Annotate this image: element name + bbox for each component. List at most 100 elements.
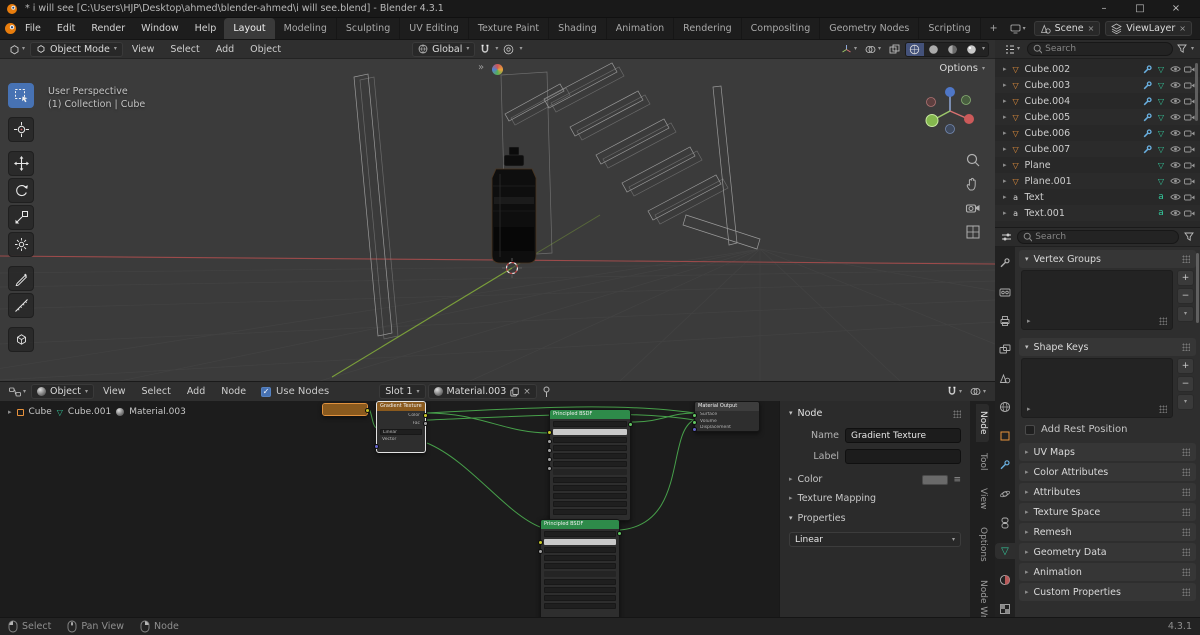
list-filter-expand-icon[interactable]: [1027, 406, 1031, 413]
object-name[interactable]: Cube.005: [1025, 112, 1071, 123]
collapse-icon[interactable]: [789, 410, 793, 417]
properties-editor-type-button[interactable]: [1001, 232, 1012, 242]
menu-render[interactable]: Render: [83, 18, 133, 39]
shading-material-button[interactable]: [944, 43, 962, 56]
node-row[interactable]: [553, 501, 627, 507]
outliner-row[interactable]: ▽ Cube.004 ▽: [995, 93, 1200, 109]
menu-object[interactable]: Object: [243, 44, 288, 55]
expand-icon[interactable]: [1003, 178, 1007, 185]
hide-icon[interactable]: [1169, 81, 1181, 89]
workspace-tab-animation[interactable]: Animation: [607, 18, 675, 39]
camera-visibility-icon[interactable]: [1183, 209, 1195, 217]
editor-type-button[interactable]: [6, 42, 28, 57]
color-panel-label[interactable]: Color: [798, 474, 823, 485]
expand-icon[interactable]: [1003, 130, 1007, 137]
show-gizmo-button[interactable]: [838, 42, 860, 57]
hide-icon[interactable]: [1169, 129, 1181, 137]
sidebar-tab-tool[interactable]: Tool: [976, 446, 989, 477]
properties-tab-render[interactable]: [995, 284, 1015, 300]
node-principled-bsdf-2[interactable]: Principled BSDF: [538, 519, 622, 617]
object-name[interactable]: Cube.007: [1025, 144, 1071, 155]
outliner-search-input[interactable]: [1045, 44, 1167, 54]
vertex-group-specials-button[interactable]: [1177, 306, 1194, 322]
hide-icon[interactable]: [1169, 193, 1181, 201]
node-gradient-texture[interactable]: Gradient Texture Color Fac Linear Vector: [374, 401, 428, 453]
unlink-scene-icon[interactable]: ×: [1088, 24, 1095, 33]
expand-icon[interactable]: [1003, 194, 1007, 201]
scene-selector[interactable]: Scene ×: [1033, 21, 1101, 36]
duplicate-material-icon[interactable]: [510, 387, 520, 397]
workspace-tab-scripting[interactable]: Scripting: [919, 18, 981, 39]
properties-tab-texture[interactable]: [995, 601, 1015, 617]
menu-select[interactable]: Select: [135, 386, 178, 397]
overlays-button[interactable]: [967, 384, 989, 399]
properties-search-input[interactable]: [1035, 232, 1173, 242]
section-remesh[interactable]: Remesh: [1019, 523, 1196, 541]
shape-key-remove-button[interactable]: −: [1177, 376, 1194, 392]
hide-icon[interactable]: [1169, 65, 1181, 73]
shading-solid-button[interactable]: [925, 43, 943, 56]
object-name[interactable]: Text: [1025, 192, 1044, 203]
socket-bsdf-output[interactable]: [617, 531, 622, 536]
collapse-icon[interactable]: [789, 476, 793, 483]
color-presets-icon[interactable]: ≡: [953, 475, 961, 485]
workspace-tab-texture-paint[interactable]: Texture Paint: [469, 18, 550, 39]
object-name[interactable]: Plane: [1025, 160, 1051, 171]
outliner-row[interactable]: ▽ Cube.006 ▽: [995, 125, 1200, 141]
vertex-group-add-button[interactable]: +: [1177, 270, 1194, 286]
xray-toggle[interactable]: [886, 42, 903, 57]
section-vertex-groups[interactable]: Vertex Groups: [1019, 250, 1196, 268]
transform-orientation-select[interactable]: Global: [412, 41, 476, 57]
workspace-tab-modeling[interactable]: Modeling: [275, 18, 337, 39]
properties-tab-constraints[interactable]: [995, 515, 1015, 531]
outliner-row[interactable]: aTexta: [995, 189, 1200, 205]
section-shape-keys[interactable]: Shape Keys: [1019, 338, 1196, 356]
menu-add[interactable]: Add: [209, 44, 241, 55]
tool-transform[interactable]: [8, 232, 34, 257]
node-row[interactable]: [544, 595, 616, 601]
menu-help[interactable]: Help: [187, 18, 225, 39]
panel-title[interactable]: Node: [798, 408, 823, 419]
node-row[interactable]: [553, 509, 627, 515]
properties-tab-physics[interactable]: [995, 486, 1015, 502]
hide-icon[interactable]: [1169, 177, 1181, 185]
hide-icon[interactable]: [1169, 97, 1181, 105]
outliner-row[interactable]: a Text.001 a: [995, 205, 1200, 221]
use-nodes-checkbox[interactable]: ✓: [261, 386, 272, 397]
expand-icon[interactable]: [1003, 66, 1007, 73]
slot-select[interactable]: Slot 1: [379, 384, 426, 399]
camera-visibility-icon[interactable]: [1183, 161, 1195, 169]
socket-value[interactable]: [547, 466, 552, 471]
object-name[interactable]: Plane.001: [1025, 176, 1072, 187]
maximize-button[interactable]: □: [1122, 0, 1158, 18]
socket-base-color[interactable]: [538, 540, 543, 545]
tool-move[interactable]: [8, 151, 34, 176]
zoom-icon[interactable]: [964, 151, 982, 169]
breadcrumb-expand-icon[interactable]: [8, 409, 12, 416]
tool-rotate[interactable]: [8, 178, 34, 203]
socket-value[interactable]: [547, 448, 552, 453]
node-color-swatch[interactable]: [544, 539, 616, 545]
expand-icon[interactable]: [1003, 98, 1007, 105]
menu-add[interactable]: Add: [180, 386, 212, 397]
hide-icon[interactable]: [1169, 161, 1181, 169]
tool-annotate[interactable]: [8, 266, 34, 291]
section-uv-maps[interactable]: UV Maps: [1019, 443, 1196, 461]
ortho-grid-icon[interactable]: [964, 223, 982, 241]
socket-surface[interactable]: [692, 413, 697, 418]
workspace-tab-uv-editing[interactable]: UV Editing: [400, 18, 469, 39]
expand-icon[interactable]: [1003, 162, 1007, 169]
node-color-swatch[interactable]: [553, 429, 627, 435]
mode-select[interactable]: Object Mode: [30, 41, 123, 57]
node-color-swatch[interactable]: [922, 474, 949, 485]
node-row[interactable]: [544, 587, 616, 593]
camera-visibility-icon[interactable]: [1183, 193, 1195, 201]
breadcrumb-material[interactable]: Material.003: [129, 407, 186, 417]
tool-scale[interactable]: [8, 205, 34, 230]
properties-tab-output[interactable]: [995, 313, 1015, 329]
properties-tab-object[interactable]: [995, 428, 1015, 444]
node-name-field[interactable]: Gradient Texture: [845, 428, 961, 443]
viewlayer-selector[interactable]: ViewLayer ×: [1105, 21, 1192, 36]
outliner-row[interactable]: ▽ Cube.003 ▽: [995, 77, 1200, 93]
expand-icon[interactable]: [1003, 114, 1007, 121]
